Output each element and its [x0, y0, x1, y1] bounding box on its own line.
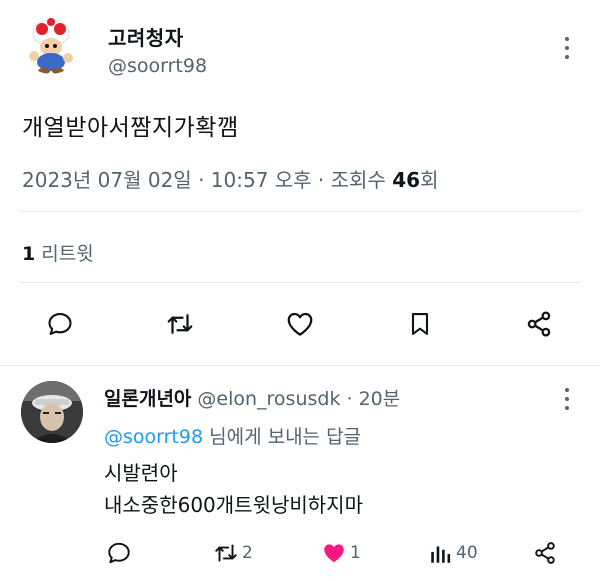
reply-mention-link[interactable]: @soorrt98	[104, 426, 203, 448]
author-name[interactable]: 고려청자	[108, 22, 184, 51]
reply-author-name[interactable]: 일론개년아	[104, 388, 191, 410]
share-button[interactable]	[521, 306, 557, 342]
like-icon-filled	[324, 544, 344, 563]
retweet-stats[interactable]: 1 리트윗	[22, 239, 94, 266]
reply-text: 시발련아 내소중한600개트윗낭비하지마	[104, 457, 363, 521]
replying-to: @soorrt98 님에게 보내는 답글	[104, 422, 361, 449]
replying-to-suffix: 님에게 보내는 답글	[203, 426, 362, 448]
tweet-text: 개열받아서짬지가확깸	[22, 115, 239, 141]
reply-share-button[interactable]	[532, 540, 560, 566]
reply-text-line: 시발련아	[104, 461, 178, 485]
divider	[0, 365, 600, 366]
analytics-icon	[431, 546, 451, 563]
reply-author-avatar[interactable]	[21, 381, 83, 443]
reply-reply-button[interactable]	[106, 540, 134, 566]
view-count-suffix: 회	[420, 168, 439, 192]
like-button[interactable]	[282, 306, 318, 342]
divider	[20, 211, 580, 212]
retweet-button[interactable]	[162, 306, 198, 342]
retweet-icon	[167, 314, 193, 334]
tweet-meta: 2023년 07월 02일 · 10:57 오후 · 조회수 46회	[22, 164, 438, 193]
retweet-count: 1	[22, 243, 36, 265]
reply-retweet-button[interactable]: 2	[212, 540, 253, 566]
reply-icon	[48, 313, 72, 335]
more-options-icon[interactable]	[557, 33, 577, 63]
tweet-timestamp[interactable]: 2023년 07월 02일 · 10:57 오후 · 조회수	[22, 168, 392, 192]
reply-icon	[108, 542, 130, 564]
bookmark-icon	[411, 313, 429, 335]
reply-like-count: 1	[350, 543, 361, 563]
share-icon	[535, 542, 555, 564]
author-handle[interactable]: @soorrt98	[108, 55, 207, 77]
reply-header: 일론개년아 @elon_rosusdk · 20분	[104, 384, 400, 411]
reply-like-button[interactable]: 1	[320, 540, 361, 566]
reply-text-line: 내소중한600개트윗낭비하지마	[104, 493, 363, 517]
author-avatar[interactable]	[22, 16, 80, 74]
like-icon	[287, 312, 313, 336]
reply-views-button[interactable]: 40	[428, 540, 478, 566]
retweet-icon	[215, 544, 237, 562]
bookmark-button[interactable]	[402, 306, 438, 342]
reply-view-count: 40	[456, 543, 478, 563]
reply-author-handle-time[interactable]: @elon_rosusdk · 20분	[197, 388, 400, 410]
reply-button[interactable]	[42, 306, 78, 342]
share-icon	[527, 311, 551, 337]
reply-more-options-icon[interactable]	[557, 384, 577, 414]
divider	[20, 282, 580, 283]
reply-retweet-count: 2	[242, 543, 253, 563]
retweet-label: 리트윗	[41, 243, 94, 265]
view-count: 46	[392, 168, 421, 192]
